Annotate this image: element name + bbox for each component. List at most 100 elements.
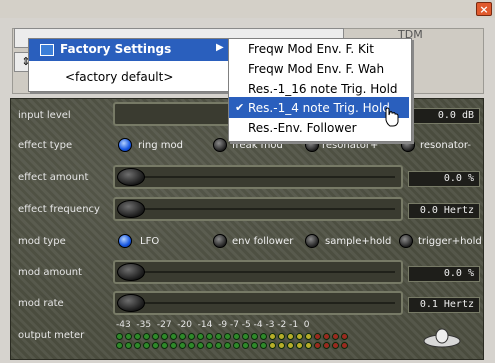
meter-led <box>116 333 123 340</box>
effect-frequency-readout: 0.0 Hertz <box>408 203 480 219</box>
effect-type-freak-mod-radio[interactable] <box>213 138 227 152</box>
effect-type-ring-mod-label: ring mod <box>138 140 183 151</box>
meter-led <box>251 333 258 340</box>
meter-led <box>170 333 177 340</box>
preset-item-res-16-note[interactable]: Res.-1_16 note Trig. Hold <box>248 82 398 96</box>
effect-amount-label: effect amount <box>18 172 89 183</box>
mod-amount-readout: 0.0 % <box>408 266 480 282</box>
mod-type-lfo-radio[interactable] <box>118 234 132 248</box>
meter-led <box>341 342 348 349</box>
meter-led <box>215 342 222 349</box>
effect-frequency-track <box>140 208 395 210</box>
meter-led <box>314 342 321 349</box>
effect-frequency-label: effect frequency <box>18 204 100 215</box>
meter-led <box>197 333 204 340</box>
preset-item-res-4-note[interactable]: Res.-1_4 note Trig. Hold <box>248 101 390 115</box>
meter-led <box>269 333 276 340</box>
meter-led <box>206 333 213 340</box>
bypass-button[interactable] <box>422 325 462 349</box>
meter-led <box>152 333 159 340</box>
mod-type-env-follower-label: env follower <box>232 236 294 247</box>
meter-led <box>287 342 294 349</box>
meter-led <box>305 333 312 340</box>
mod-rate-handle[interactable] <box>117 294 145 312</box>
meter-led <box>341 333 348 340</box>
meter-led <box>278 333 285 340</box>
effect-amount-handle[interactable] <box>117 168 145 186</box>
meter-led <box>125 333 132 340</box>
meter-led <box>278 342 285 349</box>
mod-type-sample-hold-radio[interactable] <box>305 234 319 248</box>
output-meter-label: output meter <box>18 330 85 341</box>
mod-amount-label: mod amount <box>18 267 82 278</box>
meter-led <box>260 333 267 340</box>
meter-led <box>332 333 339 340</box>
mod-rate-label: mod rate <box>18 298 64 309</box>
folder-icon <box>40 44 54 56</box>
meter-led <box>260 342 267 349</box>
meter-led <box>287 333 294 340</box>
meter-led <box>224 342 231 349</box>
effect-type-resonator-minus-label: resonator- <box>420 140 471 151</box>
effect-type-label: effect type <box>18 140 73 151</box>
meter-led <box>143 342 150 349</box>
title-bar <box>0 0 495 18</box>
meter-led <box>134 333 141 340</box>
effect-frequency-handle[interactable] <box>117 200 145 218</box>
meter-led <box>251 342 258 349</box>
submenu-arrow-icon: ▶ <box>216 42 224 53</box>
effect-amount-track <box>140 176 395 178</box>
meter-led <box>305 342 312 349</box>
meter-led <box>134 342 141 349</box>
meter-led <box>233 333 240 340</box>
mod-type-trigger-hold-label: trigger+hold <box>418 236 482 247</box>
mouse-cursor-icon <box>385 107 399 127</box>
input-level-label: input level <box>18 110 71 121</box>
meter-led <box>323 342 330 349</box>
output-meter-scale: -43 -35 -27 -20 -14 -9 -7 -5 -4 -3 -2 -1… <box>116 320 310 330</box>
meter-led <box>179 333 186 340</box>
meter-led <box>215 333 222 340</box>
meter-led <box>188 333 195 340</box>
meter-led <box>296 333 303 340</box>
mod-rate-readout: 0.1 Hertz <box>408 297 480 313</box>
meter-led <box>188 342 195 349</box>
factory-default-menu-item[interactable]: <factory default> <box>65 70 173 84</box>
meter-led <box>296 342 303 349</box>
mod-amount-handle[interactable] <box>117 263 145 281</box>
meter-led <box>314 333 321 340</box>
mod-type-trigger-hold-radio[interactable] <box>399 234 413 248</box>
meter-led <box>242 342 249 349</box>
mod-amount-track <box>140 271 395 273</box>
meter-led <box>269 342 276 349</box>
meter-led <box>197 342 204 349</box>
meter-led <box>170 342 177 349</box>
meter-led <box>152 342 159 349</box>
meter-led <box>161 333 168 340</box>
input-level-readout: 0.0 dB <box>408 108 480 124</box>
preset-item-freqw-wah[interactable]: Freqw Mod Env. F. Wah <box>248 62 384 76</box>
meter-led <box>224 333 231 340</box>
mod-type-lfo-label: LFO <box>140 236 160 247</box>
preset-item-freqw-kit[interactable]: Freqw Mod Env. F. Kit <box>248 42 374 56</box>
close-button[interactable]: × <box>476 2 492 16</box>
output-meter-leds <box>116 333 351 353</box>
preset-item-res-env-follower[interactable]: Res.-Env. Follower <box>248 121 357 135</box>
mod-type-env-follower-radio[interactable] <box>213 234 227 248</box>
meter-led <box>179 342 186 349</box>
effect-type-ring-mod-radio[interactable] <box>118 138 132 152</box>
meter-led <box>332 342 339 349</box>
meter-led <box>161 342 168 349</box>
meter-led <box>233 342 240 349</box>
check-icon: ✔ <box>235 101 245 114</box>
meter-led <box>125 342 132 349</box>
meter-led <box>143 333 150 340</box>
meter-led <box>116 342 123 349</box>
meter-led <box>323 333 330 340</box>
meter-led <box>206 342 213 349</box>
mod-rate-track <box>140 302 395 304</box>
mod-type-sample-hold-label: sample+hold <box>325 236 392 247</box>
meter-led <box>242 333 249 340</box>
effect-amount-readout: 0.0 % <box>408 171 480 187</box>
mod-type-label: mod type <box>18 236 66 247</box>
